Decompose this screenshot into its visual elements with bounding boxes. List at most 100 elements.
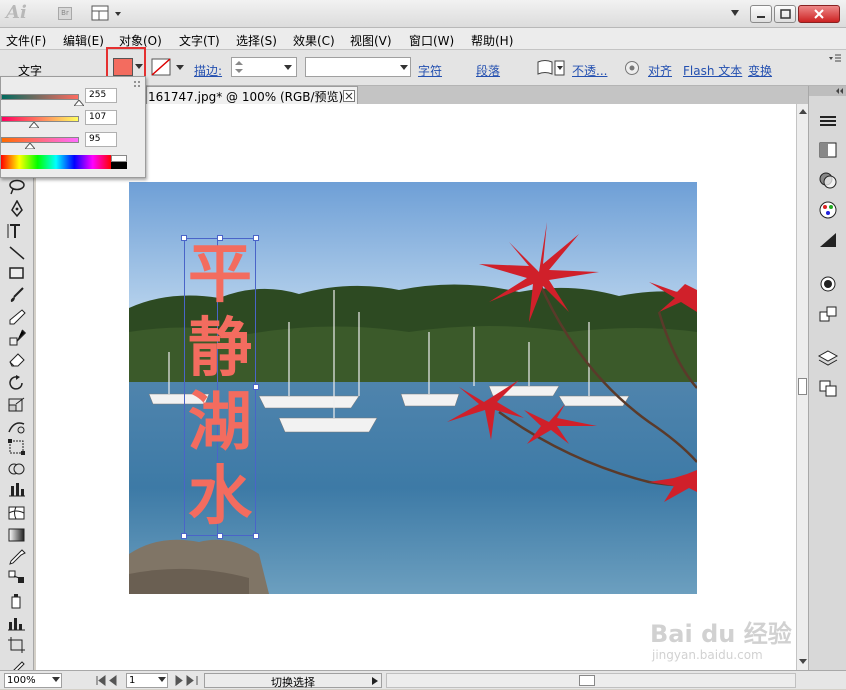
lasso-tool-icon[interactable] [6,178,28,196]
type-tool-icon[interactable] [6,222,28,240]
workspace-switcher[interactable] [90,5,124,22]
chevron-down-icon[interactable] [730,9,740,17]
scale-tool-icon[interactable] [6,396,28,414]
artboards-panel-icon[interactable] [817,378,839,398]
appearance-panel-icon[interactable] [817,200,839,220]
text-char: 湖 [188,386,252,460]
transform-link[interactable]: 变换 [748,62,772,79]
menu-file[interactable]: 文件(F) [6,32,46,49]
gradient-panel-icon[interactable] [817,140,839,160]
eyedropper-tool-icon[interactable] [6,548,28,566]
blue-slider-thumb[interactable] [24,143,35,149]
character-link[interactable]: 字符 [418,62,442,79]
paragraph-link[interactable]: 段落 [476,62,500,79]
symbol-sprayer-tool-icon[interactable] [6,592,28,610]
placed-photo[interactable]: 平 静 湖 水 [129,182,697,594]
recolor-icon[interactable] [624,60,640,76]
menu-window[interactable]: 窗口(W) [409,32,454,49]
menu-view[interactable]: 视图(V) [350,32,392,49]
dock-header[interactable] [809,86,846,96]
shape-builder-tool-icon[interactable] [6,460,28,478]
minimize-button[interactable] [750,5,772,23]
menu-type[interactable]: 文字(T) [179,32,220,49]
eraser-tool-icon[interactable] [6,350,28,368]
color-guide-panel-icon[interactable] [817,274,839,294]
rectangle-tool-icon[interactable] [6,264,28,282]
panel-menu-icon[interactable] [828,53,842,63]
scroll-down-icon[interactable] [798,656,808,666]
document-tab-title: 161747.jpg* @ 100% (RGB/预览) [148,90,344,104]
vertical-scrollbar[interactable] [796,104,808,670]
line-tool-icon[interactable] [6,244,28,262]
white-swatch[interactable] [111,155,127,162]
panel-grip-icon[interactable] [133,80,143,88]
stroke-none-swatch[interactable] [150,58,186,76]
horizontal-scrollbar[interactable] [386,673,796,688]
scroll-up-icon[interactable] [798,107,808,117]
graphic-styles-panel-icon[interactable] [817,230,839,250]
document-tab-bar: 161747.jpg* @ 100% (RGB/预览) [146,86,808,104]
align-panel-icon[interactable] [817,304,839,324]
align-link[interactable]: 对齐 [648,62,672,79]
menu-edit[interactable]: 编辑(E) [63,32,104,49]
close-tab-icon[interactable] [343,90,355,102]
bridge-button[interactable]: Br [58,7,72,20]
opacity-link[interactable]: 不透... [572,62,607,79]
first-prev-artboard-icons[interactable] [96,675,124,686]
next-last-artboard-icons[interactable] [174,675,202,686]
red-slider-thumb[interactable] [74,100,84,106]
warp-tool-icon[interactable] [6,418,28,436]
red-slider[interactable] [1,94,79,100]
watermark-url: jingyan.baidu.com [652,648,763,662]
layers-panel-icon[interactable] [817,348,839,368]
pencil-tool-icon[interactable] [6,308,28,326]
watermark: Bai du 经验 jingyan.baidu.com [650,614,800,666]
menu-effect[interactable]: 效果(C) [293,32,335,49]
black-swatch[interactable] [111,162,127,169]
stroke-label[interactable]: 描边: [194,62,222,79]
free-transform-tool-icon[interactable] [6,438,28,456]
stroke-weight-field[interactable] [231,57,297,77]
text-char: 水 [188,460,252,534]
app-logo: Ai [6,2,27,23]
paintbrush-tool-icon[interactable] [6,286,28,304]
column-graph-tool-icon[interactable] [6,614,28,632]
vertical-scroll-thumb[interactable] [798,378,807,395]
text-char: 平 [188,238,252,312]
blue-slider[interactable] [1,137,79,143]
mesh-tool-icon[interactable] [6,504,28,522]
gradient-tool-icon[interactable] [6,526,28,544]
status-mode-menu[interactable]: 切换选择 [204,673,382,689]
envelope-warp-icon[interactable] [536,59,566,77]
vertical-text-artwork[interactable]: 平 静 湖 水 [184,238,256,534]
blue-value-input[interactable]: 95 [85,132,117,147]
artboard-dropdown-icon[interactable] [158,677,166,683]
pen-tool-icon[interactable] [6,200,28,218]
green-slider[interactable] [1,116,79,122]
green-value-input[interactable]: 107 [85,110,117,125]
status-bar: 100% 1 切换选择 [0,670,846,689]
fill-dropdown-icon[interactable] [135,63,143,71]
rotate-tool-icon[interactable] [6,374,28,392]
menu-select[interactable]: 选择(S) [236,32,277,49]
style-dropdown[interactable] [305,57,411,77]
maximize-button[interactable] [774,5,796,23]
document-tab[interactable]: 161747.jpg* @ 100% (RGB/预览) [146,86,358,104]
green-slider-thumb[interactable] [28,122,39,128]
artboard-tool-icon[interactable] [6,636,28,654]
menu-help[interactable]: 帮助(H) [471,32,513,49]
flash-text-link[interactable]: Flash 文本 [683,62,742,79]
graph-tool-icon[interactable] [6,480,28,498]
horizontal-scroll-thumb[interactable] [579,675,595,686]
transparency-panel-icon[interactable] [817,170,839,190]
fill-color-swatch[interactable] [113,58,133,76]
zoom-dropdown-icon[interactable] [52,677,60,683]
close-button[interactable] [798,5,840,23]
stroke-panel-icon[interactable] [817,112,839,132]
red-value-input[interactable]: 255 [85,88,117,103]
collapse-dock-icon[interactable] [835,88,845,94]
color-spectrum-bar[interactable] [1,155,111,169]
blob-brush-tool-icon[interactable] [6,328,28,346]
color-panel-popup: 255 107 95 [0,76,146,178]
blend-tool-icon[interactable] [6,568,28,586]
